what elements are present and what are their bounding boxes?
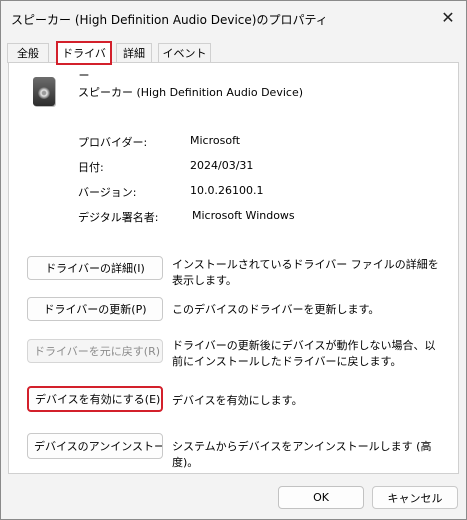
version-label: バージョン: (78, 186, 137, 199)
version-value: 10.0.26100.1 (190, 184, 264, 197)
driver-details-description: インストールされているドライバー ファイルの詳細を表示します。 (172, 258, 439, 287)
window-title: スピーカー (High Definition Audio Device)のプロパ… (11, 13, 328, 27)
digital-signer-value: Microsoft Windows (192, 209, 295, 222)
update-driver-description: このデバイスのドライバーを更新します。 (172, 303, 380, 316)
device-name: スピーカー (High Definition Audio Device) (78, 86, 304, 99)
uninstall-device-description: システムからデバイスをアンインストールします (高度)。 (172, 440, 432, 469)
ok-button[interactable]: OK (278, 486, 364, 509)
title-bar: スピーカー (High Definition Audio Device)のプロパ… (1, 1, 466, 37)
uninstall-device-button[interactable]: デバイスのアンインストール(U) (27, 433, 163, 459)
roll-back-driver-button[interactable]: ドライバーを元に戻す(R) (27, 339, 163, 363)
provider-label: プロバイダー: (78, 136, 148, 149)
driver-details-button[interactable]: ドライバーの詳細(I) (27, 256, 163, 280)
cancel-button[interactable]: キャンセル (372, 486, 458, 509)
tab-events[interactable]: イベント (158, 43, 211, 63)
roll-back-driver-description: ドライバーの更新後にデバイスが動作しない場合、以前にインストールしたドライバーに… (172, 339, 436, 368)
enable-device-description: デバイスを有効にします。 (172, 394, 303, 407)
date-value: 2024/03/31 (190, 159, 254, 172)
speaker-icon (33, 77, 55, 106)
close-icon[interactable]: ✕ (433, 5, 463, 31)
tab-driver[interactable]: ドライバー (56, 41, 112, 82)
tab-details[interactable]: 詳細 (116, 43, 152, 63)
update-driver-button[interactable]: ドライバーの更新(P) (27, 297, 163, 321)
date-label: 日付: (78, 161, 104, 174)
enable-device-button[interactable]: デバイスを有効にする(E) (27, 386, 163, 412)
properties-dialog: スピーカー (High Definition Audio Device)のプロパ… (0, 0, 467, 520)
driver-tab-panel: スピーカー (High Definition Audio Device) プロバ… (8, 62, 459, 474)
digital-signer-label: デジタル署名者: (78, 211, 159, 224)
provider-value: Microsoft (190, 134, 241, 147)
tab-general[interactable]: 全般 (7, 43, 49, 63)
